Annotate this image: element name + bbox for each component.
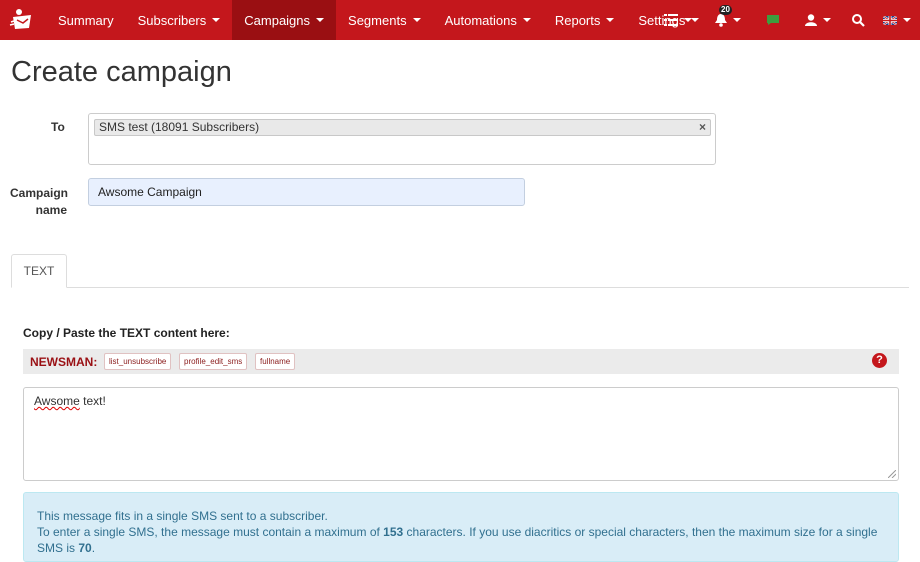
campaign-name-input[interactable]: Awsome Campaign [88,178,525,206]
info-line-2c: . [91,541,96,555]
tag-list-unsubscribe[interactable]: list_unsubscribe [104,353,172,370]
to-label: To [51,120,65,134]
chevron-down-icon [522,18,531,22]
chevron-down-icon [212,18,221,22]
nav-campaigns-label: Campaigns [244,12,311,28]
chevron-down-icon [684,18,692,22]
chevron-down-icon [412,18,421,22]
messages-button[interactable] [752,0,794,40]
notifications-button[interactable]: 20 [704,0,752,40]
help-icon[interactable]: ? [872,353,887,368]
nav-summary-label: Summary [58,12,114,28]
uk-flag-icon [883,15,897,25]
resize-handle-icon[interactable] [888,470,896,478]
search-button[interactable] [842,0,874,40]
max-chars-value: 153 [383,525,404,539]
bell-icon [715,13,727,27]
info-line-2a: To enter a single SMS, the message must … [37,525,384,539]
nav-segments[interactable]: Segments [336,0,433,40]
nav-reports-label: Reports [554,12,601,28]
textarea-text: text! [79,394,106,408]
user-icon [805,14,817,26]
tab-text[interactable]: TEXT [11,254,67,288]
nav-summary[interactable]: Summary [44,0,126,40]
nav-subscribers[interactable]: Subscribers [126,0,233,40]
notification-count-badge: 20 [719,5,732,15]
top-navbar: Summary Subscribers Campaigns Segments A… [0,0,920,40]
placeholder-toolbar: NEWSMAN: list_unsubscribe profile_edit_s… [23,349,899,374]
tag-profile-edit-sms[interactable]: profile_edit_sms [179,353,248,370]
nav-automations[interactable]: Automations [433,0,543,40]
max-special-value: 70 [78,541,92,555]
content-section-label: Copy / Paste the TEXT content here: [23,326,230,340]
sms-length-info: This message fits in a single SMS sent t… [23,492,899,562]
misspelled-word: Awsome [34,394,80,408]
navbar-right-icons: 20 [652,0,920,40]
chevron-down-icon [903,18,911,22]
campaign-name-label-line1: Campaign [10,186,69,200]
nav-campaigns[interactable]: Campaigns [232,0,337,40]
campaign-name-label-line2: name [35,203,67,217]
chat-icon [767,15,779,25]
recipient-list-select[interactable]: SMS test (18091 Subscribers) × [88,113,716,165]
chevron-down-icon [823,18,831,22]
remove-token-icon[interactable]: × [699,120,706,135]
language-menu-button[interactable] [874,0,920,40]
search-icon [851,13,865,27]
nav-automations-label: Automations [444,12,517,28]
page-title: Create campaign [11,56,232,88]
info-line-1: This message fits in a single SMS sent t… [37,509,328,523]
nav-segments-label: Segments [348,12,407,28]
toolbar-title: NEWSMAN: [30,355,98,369]
user-menu-button[interactable] [794,0,842,40]
tag-fullname[interactable]: fullname [255,353,296,370]
selected-list-token: SMS test (18091 Subscribers) × [94,119,711,136]
chevron-down-icon [606,18,615,22]
chevron-down-icon [316,18,325,22]
selected-list-label: SMS test (18091 Subscribers) [99,120,260,134]
campaign-name-label: Campaign name [10,185,69,219]
newsman-logo-icon [9,9,31,29]
nav-subscribers-label: Subscribers [137,12,207,28]
brand-logo[interactable] [0,0,44,40]
sms-text-textarea[interactable]: Awsome text! [23,387,899,481]
tabs-divider [11,287,909,288]
apps-menu-button[interactable] [652,0,704,40]
nav-reports[interactable]: Reports [543,0,627,40]
list-icon [664,14,678,26]
chevron-down-icon [733,18,741,22]
